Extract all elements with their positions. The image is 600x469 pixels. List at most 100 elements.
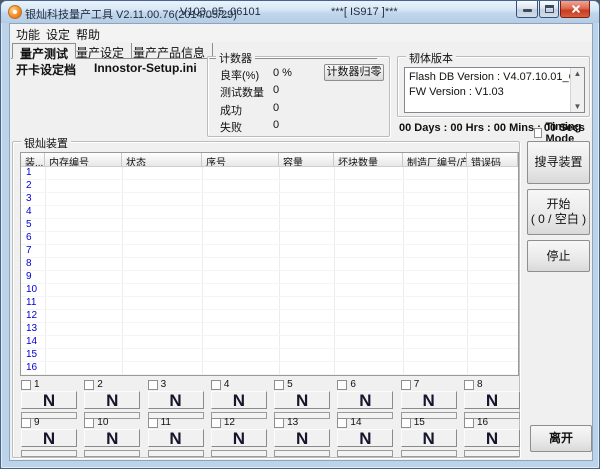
table-row[interactable]: 7 [21, 245, 518, 258]
maximize-button[interactable] [539, 1, 559, 18]
firmware-scrollbar[interactable]: ▲ ▼ [570, 68, 584, 112]
slot-checkbox[interactable] [337, 380, 347, 390]
tab-production-test[interactable]: 量产测试 [12, 43, 76, 59]
slot-checkbox[interactable] [211, 380, 221, 390]
client-area: 功能 设定 帮助 量产测试 量产设定 量产产品信息 开卡设定档 Innostor… [9, 23, 593, 461]
slot-cell-11: 11 N [148, 417, 205, 457]
tested-value: 0 [273, 84, 279, 96]
yield-value: 0 % [273, 67, 292, 79]
table-row[interactable]: 14 [21, 336, 518, 349]
slot-row-1: 1 N 2 N 3 N 4 N [21, 379, 521, 419]
device-table-body: 1 2 3 4 5 6 7 8 9 10 11 12 13 14 15 16 [21, 167, 518, 375]
yield-label: 良率(%) [220, 67, 259, 83]
table-row[interactable]: 2 [21, 180, 518, 193]
menu-function[interactable]: 功能 [12, 26, 44, 43]
col-capacity[interactable]: 容量 [279, 153, 334, 166]
slot-progressbar [211, 450, 267, 457]
col-status[interactable]: 状态 [122, 153, 202, 166]
slot-cell-3: 3 N [148, 379, 205, 419]
table-row[interactable]: 12 [21, 310, 518, 323]
table-row[interactable]: 13 [21, 323, 518, 336]
table-row[interactable]: 11 [21, 297, 518, 310]
slot-checkbox[interactable] [274, 418, 284, 428]
slot-progressbar [84, 450, 140, 457]
success-label: 成功 [220, 102, 242, 118]
table-row[interactable]: 9 [21, 271, 518, 284]
slot-checkbox[interactable] [401, 380, 411, 390]
search-device-button[interactable]: 搜寻装置 [527, 141, 590, 184]
menu-settings[interactable]: 设定 [42, 26, 74, 43]
table-row[interactable]: 15 [21, 349, 518, 362]
table-row[interactable]: 16 [21, 362, 518, 375]
scroll-down-icon[interactable]: ▼ [573, 102, 582, 111]
table-row[interactable]: 5 [21, 219, 518, 232]
slot-checkbox[interactable] [84, 380, 94, 390]
firmware-title: 韧体版本 [406, 50, 456, 66]
slot-checkbox[interactable] [148, 418, 158, 428]
slot-checkbox[interactable] [337, 418, 347, 428]
slot-cell-4: 4 N [211, 379, 268, 419]
col-badblocks[interactable]: 坏块数量 [334, 153, 403, 166]
col-device[interactable]: 装... [21, 153, 45, 166]
slot-progressbar [274, 450, 330, 457]
slot-checkbox[interactable] [401, 418, 411, 428]
slot-status: N [464, 391, 520, 409]
close-button[interactable] [560, 1, 590, 18]
slot-progressbar [337, 450, 393, 457]
slot-row-2: 9 N 10 N 11 N 12 N [21, 417, 521, 457]
slot-status: N [464, 429, 520, 447]
col-serial[interactable]: 序号 [202, 153, 279, 166]
slot-status: N [21, 391, 77, 409]
slot-progressbar [464, 450, 520, 457]
slot-progressbar [21, 450, 77, 457]
slot-status: N [148, 429, 204, 447]
menu-help[interactable]: 帮助 [72, 26, 104, 43]
firmware-textbox: Flash DB Version : V4.07.10.01_O FW Vers… [404, 67, 585, 113]
slot-progressbar [148, 450, 204, 457]
window-controls [515, 1, 590, 18]
firmware-line-flashdb: Flash DB Version : V4.07.10.01_O [409, 70, 580, 85]
minimize-icon [523, 9, 532, 12]
slot-checkbox[interactable] [84, 418, 94, 428]
slot-cell-10: 10 N [84, 417, 141, 457]
slot-checkbox[interactable] [464, 380, 474, 390]
slot-cell-5: 5 N [274, 379, 331, 419]
slot-checkbox[interactable] [274, 380, 284, 390]
slot-cell-14: 14 N [337, 417, 394, 457]
slot-status: N [274, 391, 330, 409]
title-bar[interactable]: 银灿科技量产工具 V2.11.00.76(2014/05/29) V103_05… [1, 1, 599, 23]
start-button[interactable]: 开始 ( 0 / 空白 ) [527, 189, 590, 235]
fail-label: 失败 [220, 119, 242, 135]
slot-status: N [337, 391, 393, 409]
slot-checkbox[interactable] [21, 380, 31, 390]
exit-button[interactable]: 离开 [530, 425, 592, 452]
menu-bar: 功能 设定 帮助 [10, 24, 592, 42]
table-row[interactable]: 6 [21, 232, 518, 245]
table-row[interactable]: 3 [21, 193, 518, 206]
tab-product-info[interactable]: 量产产品信息 [126, 43, 213, 59]
slot-status: N [401, 391, 457, 409]
checkbox-icon[interactable] [534, 128, 542, 138]
device-group-title: 银灿装置 [21, 135, 71, 151]
minimize-button[interactable] [516, 1, 538, 18]
table-row[interactable]: 10 [21, 284, 518, 297]
slot-status: N [211, 391, 267, 409]
slot-status: N [211, 429, 267, 447]
table-row[interactable]: 8 [21, 258, 518, 271]
table-row[interactable]: 1 [21, 167, 518, 180]
stop-button[interactable]: 停止 [527, 240, 590, 272]
app-window: 银灿科技量产工具 V2.11.00.76(2014/05/29) V103_05… [0, 0, 600, 469]
col-errorcode[interactable]: 错误码 [467, 153, 518, 166]
slot-status: N [274, 429, 330, 447]
tab-production-settings[interactable]: 量产设定 [69, 43, 132, 59]
slot-checkbox[interactable] [148, 380, 158, 390]
counter-reset-button[interactable]: 计数器归零 [324, 64, 384, 81]
slot-checkbox[interactable] [211, 418, 221, 428]
col-memory-id[interactable]: 内存编号 [45, 153, 122, 166]
table-row[interactable]: 4 [21, 206, 518, 219]
tested-label: 测试数量 [220, 84, 264, 100]
scroll-up-icon[interactable]: ▲ [573, 69, 582, 78]
col-vid-pid[interactable]: 制造厂编号/产... [403, 153, 467, 166]
slot-checkbox[interactable] [21, 418, 31, 428]
slot-checkbox[interactable] [464, 418, 474, 428]
